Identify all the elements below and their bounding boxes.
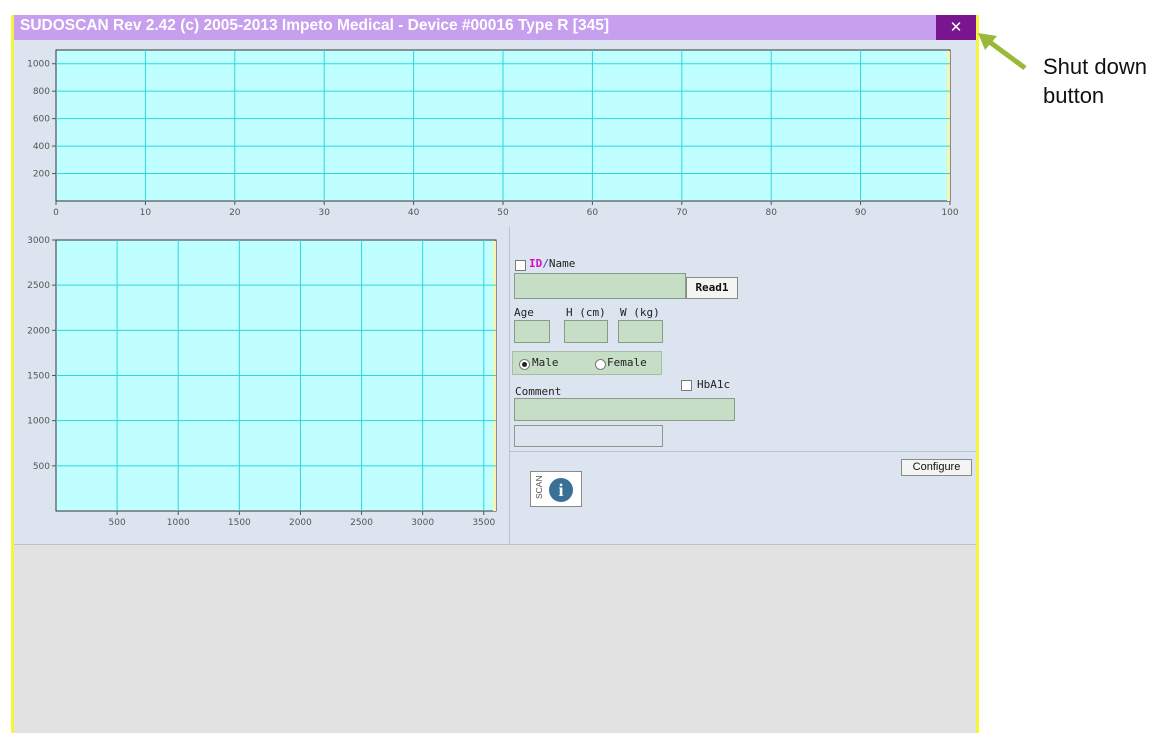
bottom-chart-x-tick-label: 1000 (167, 518, 190, 528)
height-label: H (cm) (566, 306, 606, 319)
male-radio[interactable] (519, 359, 530, 370)
hba1c-label: HbA1c (697, 378, 731, 391)
id-checkbox[interactable] (515, 260, 526, 271)
bottom-chart-x-tick-label: 2000 (289, 518, 312, 528)
top-chart-x-tick-label: 90 (855, 208, 867, 218)
top-chart-panel: 0 10 20 30 40 50 60 70 80 90 100 200 400 600 800 1000 (14, 40, 976, 228)
bottom-chart-x-tick-label: 500 (109, 518, 126, 528)
age-input[interactable] (514, 320, 550, 343)
bottom-chart-x-tick-label: 3500 (472, 518, 495, 528)
title-bar: SUDOSCAN Rev 2.42 (c) 2005-2013 Impeto M… (14, 15, 976, 40)
top-chart-y-tick-label: 1000 (27, 60, 50, 70)
top-chart-x-tick-label: 80 (765, 208, 777, 218)
comment-input[interactable] (514, 398, 735, 421)
male-radio-dot (522, 362, 527, 367)
window-title: SUDOSCAN Rev 2.42 (c) 2005-2013 Impeto M… (20, 17, 609, 34)
top-chart-x-tick-label: 100 (941, 208, 958, 218)
panel-divider-horizontal (510, 451, 976, 452)
scan-button[interactable]: SCAN i (530, 471, 582, 507)
info-icon: i (549, 478, 573, 502)
top-chart-x-tick-label: 70 (676, 208, 688, 218)
name-label: Name (548, 257, 576, 270)
bottom-chart-x-tick-label: 3000 (411, 518, 434, 528)
annotation-arrow (978, 33, 1027, 71)
read-button[interactable]: Read1 (686, 277, 738, 299)
comment-label: Comment (515, 385, 562, 398)
bottom-chart-x-tick-label: 2500 (350, 518, 373, 528)
bottom-chart: 500 1000 1500 2000 2500 3000 3500 500 1000 1500 20… (27, 236, 497, 528)
configure-button[interactable]: Configure (901, 459, 972, 476)
bottom-panel: 500 1000 1500 2000 2500 3000 3500 500 1000 1500 20… (14, 227, 976, 545)
bottom-chart-y-tick-label: 3000 (27, 236, 50, 246)
bottom-chart-y-tick-label: 1500 (27, 372, 50, 382)
bottom-chart-x-tick-label: 1500 (228, 518, 251, 528)
top-chart-x-tick-label: 0 (53, 208, 59, 218)
panel-divider-vertical (509, 227, 510, 544)
gender-radio-group: Male Female (512, 351, 662, 375)
top-chart-y-tick-label: 800 (33, 87, 50, 97)
bottom-chart-y-tick-label: 2000 (27, 326, 50, 336)
top-chart-y-tick-label: 600 (33, 115, 50, 125)
sudoscan-window: SUDOSCAN Rev 2.42 (c) 2005-2013 Impeto M… (11, 15, 979, 733)
info-glyph: i (558, 480, 564, 500)
weight-input[interactable] (618, 320, 663, 343)
top-chart-x-tick-label: 50 (497, 208, 509, 218)
bottom-chart-y-tick-label: 2500 (27, 281, 50, 291)
hba1c-checkbox[interactable] (681, 380, 692, 391)
height-input[interactable] (564, 320, 608, 343)
top-chart-x-tick-label: 20 (229, 208, 241, 218)
top-chart-plot-edge (947, 51, 950, 201)
female-label: Female (607, 356, 647, 369)
top-chart-x-tick-label: 10 (140, 208, 152, 218)
close-button[interactable]: ✕ (936, 15, 976, 40)
scan-label: SCAN (534, 475, 544, 499)
shut-down-annotation: Shut down button (1043, 54, 1147, 108)
top-chart-x-tick-label: 60 (587, 208, 599, 218)
extra-input[interactable] (514, 425, 663, 447)
top-chart-x-tick-label: 40 (408, 208, 420, 218)
top-chart: 0 10 20 30 40 50 60 70 80 90 100 200 400 600 800 1000 (27, 49, 959, 218)
female-radio[interactable] (595, 359, 606, 370)
id-label: ID (529, 257, 543, 270)
bottom-chart-y-tick-label: 500 (33, 462, 50, 472)
weight-label: W (kg) (620, 306, 660, 319)
top-chart-y-tick-label: 200 (33, 170, 50, 180)
id-name-separator: / (542, 257, 549, 270)
top-chart-y-tick-label: 400 (33, 142, 50, 152)
name-input[interactable] (514, 273, 686, 299)
age-label: Age (514, 306, 534, 319)
top-chart-x-tick-label: 30 (318, 208, 330, 218)
male-label: Male (532, 356, 559, 369)
bottom-chart-y-tick-label: 1000 (27, 417, 50, 427)
id-name-label: ID/Name (529, 257, 575, 270)
